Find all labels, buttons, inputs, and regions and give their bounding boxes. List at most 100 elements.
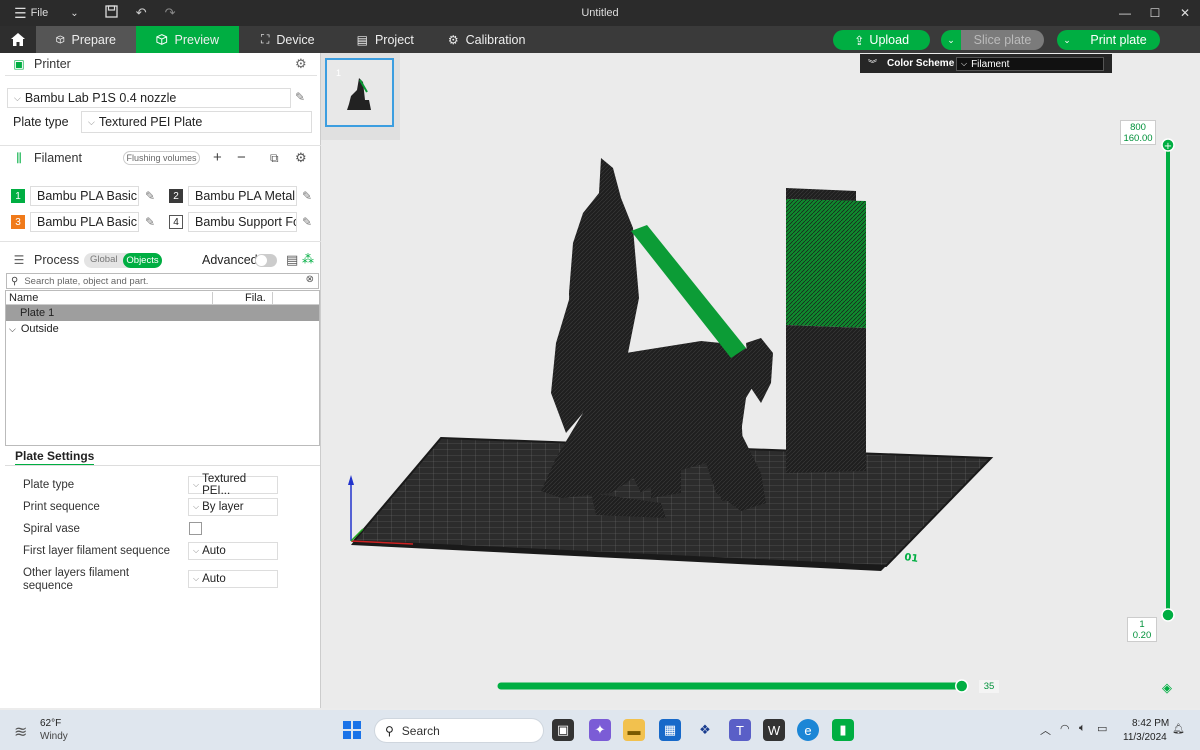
printer-section-header: ▣ Printer ⚙ [13, 56, 307, 72]
filament-2-color[interactable]: 2 [169, 189, 183, 203]
edit-filament-2-icon[interactable]: ✎ [302, 189, 312, 203]
maximize-button[interactable]: ☐ [1140, 0, 1170, 26]
tab-prepare[interactable]: Prepare [36, 26, 136, 53]
minimize-button[interactable]: — [1110, 0, 1140, 26]
home-button[interactable] [0, 26, 36, 53]
global-objects-toggle[interactable]: Global Objects [84, 253, 162, 268]
plate-type-select[interactable]: ⌵ Textured PEI Plate [81, 111, 312, 133]
file-explorer-icon[interactable]: ▬ [623, 719, 645, 741]
filament-1-select[interactable]: Bambu PLA Basic [30, 186, 139, 206]
slice-dropdown-button[interactable]: ⌄ [941, 30, 961, 50]
undo-icon[interactable]: ↶ [136, 5, 147, 21]
filament-1-color[interactable]: 1 [11, 189, 25, 203]
prime-tower-green [786, 199, 866, 328]
model-preview[interactable]: 01 + [321, 53, 1200, 708]
save-icon[interactable] [105, 5, 118, 21]
chevron-down-icon: ⌄ [947, 34, 955, 45]
file-menu[interactable]: ☰ File ⌄ [0, 5, 79, 22]
object-tree: Name Fila. Plate 1 ⌵ Outside [5, 290, 320, 446]
3d-viewport[interactable]: 01 + [321, 53, 1200, 708]
layer-slider-bottom-handle[interactable] [1161, 608, 1175, 622]
copilot-icon[interactable]: ✦ [589, 719, 611, 741]
edge-icon[interactable]: e [797, 719, 819, 741]
start-button[interactable] [342, 720, 362, 740]
filament-3-select[interactable]: Bambu PLA Basic [30, 212, 139, 232]
edit-filament-4-icon[interactable]: ✎ [302, 215, 312, 229]
chevron-up-icon[interactable]: ︿ [1040, 722, 1051, 738]
list-view-icon[interactable]: ▤ [286, 252, 298, 268]
teams-icon[interactable]: T [729, 719, 751, 741]
taskbar-search[interactable]: ⚲ Search [374, 718, 544, 743]
weather-icon: ≋ [14, 724, 28, 741]
name-column-header[interactable]: Name [6, 291, 213, 304]
dropbox-icon[interactable]: ❖ [694, 719, 716, 741]
printer-select[interactable]: ⌵ Bambu Lab P1S 0.4 nozzle [7, 88, 291, 108]
advanced-toggle[interactable] [255, 254, 277, 267]
remove-filament-icon[interactable]: − [237, 149, 246, 166]
weather-desc[interactable]: Windy [40, 731, 68, 742]
color-scheme-bar[interactable]: ︾ Color Scheme ⌵ Filament [860, 54, 1112, 73]
battery-icon[interactable]: ▭ [1097, 722, 1107, 735]
chevron-down-icon[interactable]: ⌄ [70, 8, 78, 19]
global-option[interactable]: Global [90, 254, 117, 265]
sync-filament-icon[interactable]: ⧉ [270, 151, 279, 166]
printer-settings-icon[interactable]: ⚙ [295, 56, 307, 72]
upload-button[interactable]: ⇪ Upload [833, 30, 930, 50]
spiral-vase-checkbox[interactable] [189, 522, 202, 535]
compare-icon[interactable]: ⁂ [302, 252, 314, 266]
collapse-icon[interactable]: ︾ [868, 57, 877, 70]
plate-settings-tab[interactable]: Plate Settings [15, 449, 95, 466]
filament-settings-icon[interactable]: ⚙ [295, 150, 307, 166]
wifi-icon[interactable]: ◠ [1060, 722, 1070, 735]
filament-3-color[interactable]: 3 [11, 215, 25, 229]
printer-icon: ▣ [13, 57, 25, 71]
weather-temp[interactable]: 62°F [40, 718, 61, 729]
slice-plate-button[interactable]: Slice plate [961, 30, 1044, 50]
store-icon[interactable]: ▦ [659, 719, 681, 741]
other-layers-sequence-select[interactable]: ⌵ Auto [188, 570, 278, 588]
object-search-input[interactable]: ⚲ Search plate, object and part. ⊗ [6, 273, 319, 289]
color-scheme-select[interactable]: ⌵ Filament [956, 57, 1104, 71]
chevron-down-icon[interactable]: ⌵ [9, 324, 16, 335]
filament-4-color[interactable]: 4 [169, 215, 183, 229]
layers-icon[interactable]: ◈ [1162, 680, 1172, 696]
clock-date[interactable]: 11/3/2024 [1123, 732, 1167, 743]
tab-project[interactable]: ▤ Project [335, 26, 434, 53]
redo-icon[interactable]: ↷ [165, 5, 176, 21]
print-sequence-select[interactable]: ⌵ By layer [188, 498, 278, 516]
close-button[interactable]: ✕ [1170, 0, 1200, 26]
first-layer-sequence-select[interactable]: ⌵ Auto [188, 542, 278, 560]
volume-icon[interactable]: 🔈︎ [1079, 722, 1086, 735]
task-view-icon[interactable]: ▣ [552, 719, 574, 741]
chevron-down-icon: ⌵ [961, 59, 968, 68]
tree-header: Name Fila. [6, 291, 319, 305]
tab-preview[interactable]: Preview [136, 26, 239, 53]
add-filament-icon[interactable]: + [213, 149, 222, 166]
tab-device[interactable]: ⛶ Device [239, 26, 335, 53]
filament-icon: ⫼ [16, 150, 22, 165]
plate-thumbnail-1[interactable]: 1 [325, 58, 394, 127]
filament-4-select[interactable]: Bambu Support For... [188, 212, 297, 232]
tree-row-outside[interactable]: ⌵ Outside [6, 321, 319, 337]
writer-icon[interactable]: W [763, 719, 785, 741]
flushing-volumes-button[interactable]: Flushing volumes [123, 151, 200, 165]
fila-column-header[interactable]: Fila. [213, 291, 273, 304]
filament-2-select[interactable]: Bambu PLA Metal [188, 186, 297, 206]
edit-filament-3-icon[interactable]: ✎ [145, 215, 155, 229]
tab-calibration[interactable]: ⚙ Calibration [434, 26, 546, 53]
print-plate-button[interactable]: Print plate [1077, 30, 1160, 50]
file-label: File [30, 7, 49, 19]
title-bar: ☰ File ⌄ ↶ ↷ Untitled — ☐ ✕ [0, 0, 1200, 26]
tree-row-plate-1[interactable]: Plate 1 [6, 305, 319, 321]
chevron-down-icon: ⌵ [193, 546, 200, 555]
clock-time[interactable]: 8:42 PM [1132, 718, 1169, 729]
print-dropdown-button[interactable]: ⌄ [1057, 30, 1077, 50]
ps-plate-type-select[interactable]: ⌵ Textured PEI... [188, 473, 278, 497]
notification-icon[interactable]: 🔔︎ [1172, 724, 1185, 735]
edit-printer-icon[interactable]: ✎ [295, 90, 305, 104]
gcode-move-slider-handle[interactable] [955, 679, 969, 693]
bambu-studio-icon[interactable]: ▮ [832, 719, 854, 741]
objects-option[interactable]: Objects [123, 253, 162, 268]
edit-filament-1-icon[interactable]: ✎ [145, 189, 155, 203]
clear-search-icon[interactable]: ⊗ [306, 274, 314, 285]
